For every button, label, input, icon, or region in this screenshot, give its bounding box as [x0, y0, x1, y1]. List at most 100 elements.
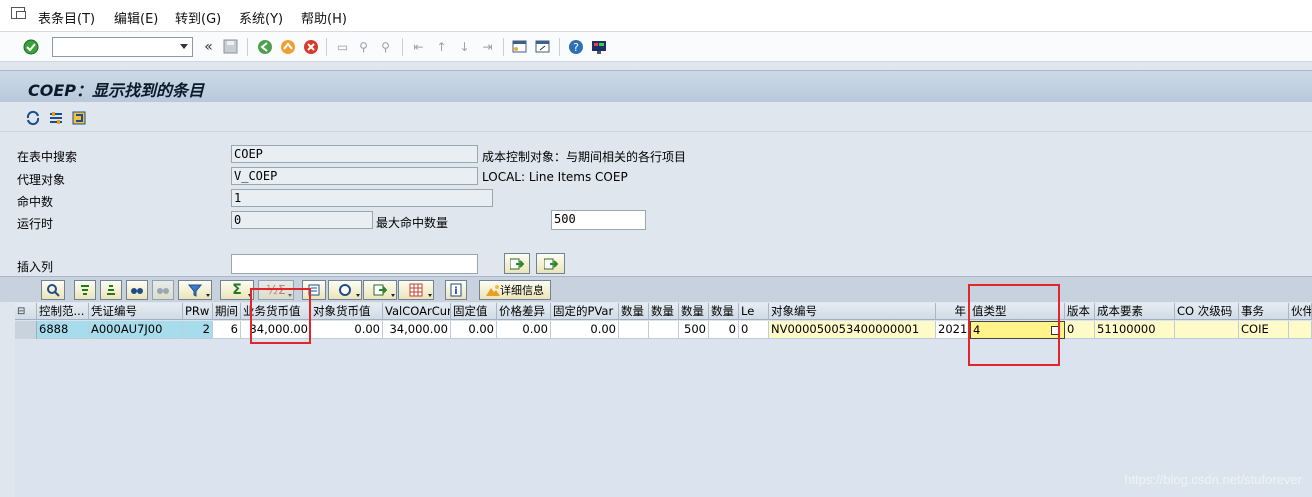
hits-label: 命中数 — [17, 195, 54, 209]
header-fixed-pvar[interactable]: 固定的PVar — [551, 303, 619, 320]
search-table-label: 在表中搜索 — [17, 150, 78, 164]
cell-year[interactable]: 2021 — [936, 321, 970, 339]
filter-icon[interactable] — [178, 280, 212, 300]
page-title: COEP：显示找到的条目 — [28, 81, 205, 100]
header-val-coarcur[interactable]: ValCOArCur — [383, 303, 451, 320]
header-period[interactable]: 期间 — [213, 303, 241, 320]
next-page-icon[interactable]: ↓ — [456, 38, 473, 55]
sum-icon[interactable]: Σ — [220, 280, 254, 300]
command-field[interactable] — [52, 37, 193, 57]
cell-price-variance[interactable]: 0.00 — [497, 321, 551, 339]
header-object-currency-value[interactable]: 对象货币值 — [311, 303, 383, 320]
header-le[interactable]: Le — [739, 303, 769, 320]
help-icon[interactable]: ? — [567, 38, 584, 55]
proxy-object-field: V_COEP — [231, 167, 478, 185]
cell-partner[interactable] — [1289, 321, 1312, 339]
insert-column-input[interactable] — [231, 254, 478, 274]
insert-column-label: 插入列 — [17, 260, 54, 274]
alv-toolbar: Σ ½Σ i 详细信息 — [0, 276, 1312, 302]
cell-document-number[interactable]: A000AU7J00 — [89, 321, 183, 339]
cell-cost-element[interactable]: 51100000 — [1095, 321, 1175, 339]
sort-descending-icon[interactable] — [100, 280, 122, 300]
header-transaction[interactable]: 事务 — [1239, 303, 1289, 320]
max-hits-input[interactable]: 500 — [551, 210, 646, 230]
export-icon[interactable] — [363, 280, 397, 300]
double-chevron-left-icon[interactable]: « — [200, 38, 217, 55]
menu-table-entry[interactable]: 表条目(T) — [38, 8, 95, 27]
last-page-icon[interactable]: ⇥ — [479, 38, 496, 55]
table-row[interactable]: 6888 A000AU7J00 2 6 34,000.00 0.00 34,00… — [15, 321, 1312, 339]
cell-quantity-3[interactable]: 500 — [679, 321, 709, 339]
select-all-icon[interactable]: ⊟ — [15, 303, 37, 320]
settings-sliders-icon[interactable] — [47, 109, 64, 126]
info-icon[interactable]: i — [445, 280, 467, 300]
cell-le[interactable]: 0 — [739, 321, 769, 339]
svg-text:?: ? — [573, 41, 579, 54]
layout-menu-icon[interactable] — [590, 38, 607, 55]
variant-icon[interactable] — [70, 109, 87, 126]
cell-quantity-4[interactable]: 0 — [709, 321, 739, 339]
cell-val-coarcur[interactable]: 34,000.00 — [383, 321, 451, 339]
header-prw[interactable]: PRw — [183, 303, 213, 320]
exit-icon[interactable] — [279, 38, 296, 55]
cell-object-currency-value[interactable]: 0.00 — [311, 321, 383, 339]
toolbar-separator — [402, 38, 403, 56]
insert-column-button[interactable] — [504, 253, 530, 274]
header-controlling-area[interactable]: 控制范... — [37, 303, 89, 320]
header-object-number[interactable]: 对象编号 — [769, 303, 936, 320]
details-view-icon[interactable] — [41, 280, 65, 300]
header-price-variance[interactable]: 价格差异 — [497, 303, 551, 320]
grid-header: ⊟ 控制范... 凭证编号 PRw 期间 业务货币值 对象货币值 ValCOAr… — [15, 303, 1312, 320]
cell-object-number[interactable]: NV000050053400000001 — [769, 321, 936, 339]
refresh-icon[interactable] — [24, 109, 41, 126]
cell-quantity-2[interactable] — [649, 321, 679, 339]
find-next-icon[interactable]: ⚲ — [377, 38, 394, 55]
header-year[interactable]: 年 — [936, 303, 970, 320]
menu-edit[interactable]: 编辑(E) — [114, 8, 158, 27]
views-icon[interactable] — [328, 280, 362, 300]
first-page-icon[interactable]: ⇤ — [410, 38, 427, 55]
details-button[interactable]: 详细信息 — [479, 280, 551, 300]
cell-fixed-value[interactable]: 0.00 — [451, 321, 497, 339]
cell-period[interactable]: 6 — [213, 321, 241, 339]
header-version[interactable]: 版本 — [1065, 303, 1095, 320]
cancel-icon[interactable] — [302, 38, 319, 55]
find-icon[interactable]: ⚲ — [355, 38, 372, 55]
cell-version[interactable]: 0 — [1065, 321, 1095, 339]
print-icon[interactable]: ▭ — [334, 38, 351, 55]
header-quantity-3[interactable]: 数量 — [679, 303, 709, 320]
enter-check-icon[interactable] — [22, 38, 39, 55]
header-co-subkey[interactable]: CO 次级码 — [1175, 303, 1239, 320]
header-quantity-1[interactable]: 数量 — [619, 303, 649, 320]
menu-help[interactable]: 帮助(H) — [301, 8, 347, 27]
cell-controlling-area[interactable]: 6888 — [37, 321, 89, 339]
result-grid: ⊟ 控制范... 凭证编号 PRw 期间 业务货币值 对象货币值 ValCOAr… — [15, 303, 1312, 497]
menu-goto[interactable]: 转到(G) — [175, 8, 221, 27]
layout-grid-icon[interactable] — [398, 280, 434, 300]
header-document-number[interactable]: 凭证编号 — [89, 303, 183, 320]
cell-co-subkey[interactable] — [1175, 321, 1239, 339]
insert-column-button-2[interactable] — [536, 253, 565, 274]
sort-ascending-icon[interactable] — [74, 280, 96, 300]
header-quantity-4[interactable]: 数量 — [709, 303, 739, 320]
find-next-binoculars-icon[interactable] — [152, 280, 174, 300]
header-cost-element[interactable]: 成本要素 — [1095, 303, 1175, 320]
header-fixed-value[interactable]: 固定值 — [451, 303, 497, 320]
back-icon[interactable] — [256, 38, 273, 55]
find-binoculars-icon[interactable] — [126, 280, 148, 300]
header-partner[interactable]: 伙伴 — [1289, 303, 1312, 320]
shortcut-icon[interactable] — [534, 38, 551, 55]
row-selector[interactable] — [15, 321, 37, 339]
command-dropdown-icon[interactable] — [180, 44, 188, 49]
runtime-label: 运行时 — [17, 217, 54, 231]
cell-prw[interactable]: 2 — [183, 321, 213, 339]
cell-fixed-pvar[interactable]: 0.00 — [551, 321, 619, 339]
new-session-icon[interactable] — [511, 38, 528, 55]
menu-system[interactable]: 系统(Y) — [239, 8, 283, 27]
cell-quantity-1[interactable] — [619, 321, 649, 339]
window-menu-icon[interactable] — [11, 7, 26, 19]
cell-transaction[interactable]: COIE — [1239, 321, 1289, 339]
header-quantity-2[interactable]: 数量 — [649, 303, 679, 320]
previous-page-icon[interactable]: ↑ — [433, 38, 450, 55]
save-icon[interactable] — [222, 38, 239, 55]
